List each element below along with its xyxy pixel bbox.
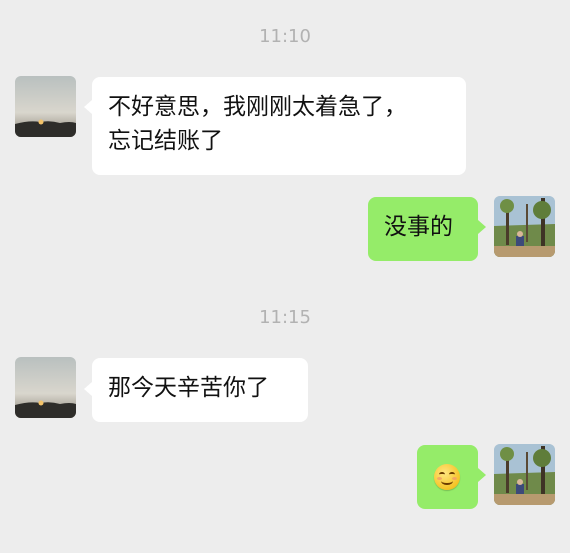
message-text: 那今天辛苦你了: [108, 375, 269, 401]
timestamp: 11:10: [259, 26, 311, 47]
message-text-line: 忘记结账了: [108, 128, 223, 154]
contact-avatar[interactable]: [15, 76, 76, 137]
message-text-line: 不好意思，我刚刚太着急了，: [108, 94, 407, 120]
outgoing-message-bubble[interactable]: 没事的: [368, 197, 478, 261]
bubble-tail: [478, 468, 486, 482]
incoming-message-bubble[interactable]: 不好意思，我刚刚太着急了， 忘记结账了: [92, 77, 466, 175]
my-avatar[interactable]: [494, 196, 555, 257]
smiling-face-icon: [434, 464, 460, 490]
forest-avatar-image: [494, 444, 555, 505]
sunset-landscape-avatar-image: [15, 357, 76, 418]
contact-avatar[interactable]: [15, 357, 76, 418]
outgoing-emoji-bubble[interactable]: [417, 445, 478, 509]
bubble-tail: [84, 100, 92, 114]
timestamp: 11:15: [259, 307, 311, 328]
forest-avatar-image: [494, 196, 555, 257]
bubble-tail: [478, 220, 486, 234]
sunset-landscape-avatar-image: [15, 76, 76, 137]
incoming-message-bubble[interactable]: 那今天辛苦你了: [92, 358, 308, 422]
my-avatar[interactable]: [494, 444, 555, 505]
message-text: 没事的: [384, 214, 453, 240]
bubble-tail: [84, 382, 92, 396]
